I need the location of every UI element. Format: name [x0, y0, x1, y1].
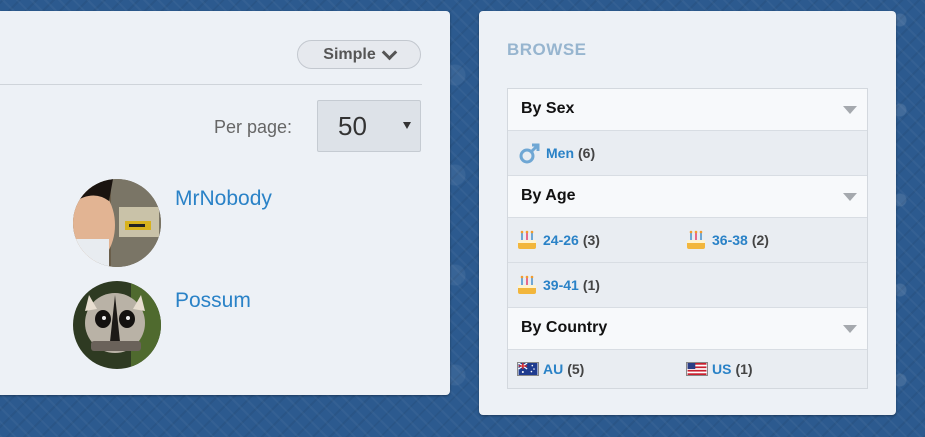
caret-down-icon [843, 106, 857, 114]
browse-item-men[interactable]: Men (6) [518, 131, 595, 175]
browse-item-age[interactable]: 24-26 (3) [515, 218, 600, 262]
browse-link[interactable]: 39-41 [543, 277, 579, 293]
browse-count: (3) [582, 232, 600, 248]
browse-row: 24-26 (3) 36-38 (2) [508, 218, 867, 262]
members-panel: Simple Per page: 50 MrNobody Possum [0, 11, 450, 395]
view-mode-button[interactable]: Simple [297, 40, 421, 69]
browse-count: (2) [751, 232, 769, 248]
browse-row: Men (6) [508, 131, 867, 175]
browse-row: 39-41 (1) [508, 262, 867, 307]
member-item: MrNobody [73, 179, 373, 267]
browse-item-age[interactable]: 39-41 (1) [515, 263, 600, 307]
browse-count: (5) [567, 361, 585, 377]
section-body-by-age: 24-26 (3) 36-38 (2) 39-41 (1) [508, 218, 867, 308]
section-body-by-country: AU (5) US (1) [508, 350, 867, 388]
section-title: By Sex [521, 100, 575, 117]
section-header-by-sex[interactable]: By Sex [508, 89, 867, 131]
caret-down-icon [843, 325, 857, 333]
section-header-by-age[interactable]: By Age [508, 176, 867, 218]
divider [0, 84, 422, 85]
birthday-cake-icon [518, 230, 536, 249]
per-page-select[interactable]: 50 [317, 100, 421, 152]
per-page-value: 50 [338, 110, 367, 141]
browse-item-country[interactable]: US (1) [686, 350, 753, 388]
browse-box: By Sex Men (6) By Age 24-26 (3) 36-38 (2… [507, 88, 868, 389]
birthday-cake-icon [687, 230, 705, 249]
browse-count: (1) [735, 361, 753, 377]
dropdown-arrow-icon [403, 122, 411, 129]
browse-link[interactable]: US [712, 361, 731, 377]
section-title: By Country [521, 319, 608, 336]
browse-title: BROWSE [507, 40, 587, 59]
browse-item-age[interactable]: 36-38 (2) [684, 218, 769, 262]
browse-link[interactable]: AU [543, 361, 563, 377]
birthday-cake-icon [518, 275, 536, 294]
per-page-label: Per page: [214, 117, 293, 137]
member-name-link[interactable]: Possum [175, 289, 251, 313]
avatar[interactable] [73, 179, 161, 267]
section-body-by-sex: Men (6) [508, 131, 867, 176]
browse-item-country[interactable]: AU (5) [517, 350, 584, 388]
browse-link[interactable]: Men [546, 145, 574, 161]
view-mode-label: Simple [323, 45, 376, 63]
caret-down-icon [843, 193, 857, 201]
avatar[interactable] [73, 281, 161, 369]
browse-count: (1) [582, 277, 600, 293]
australia-flag-icon [517, 362, 539, 376]
section-title: By Age [521, 187, 576, 204]
browse-link[interactable]: 24-26 [543, 232, 579, 248]
browse-row: AU (5) US (1) [508, 350, 867, 388]
member-name-link[interactable]: MrNobody [175, 187, 272, 211]
male-icon [519, 143, 540, 164]
browse-panel: BROWSE By Sex Men (6) By Age 24-26 (3) 3… [479, 11, 896, 415]
member-item: Possum [73, 281, 373, 369]
section-header-by-country[interactable]: By Country [508, 308, 867, 350]
browse-link[interactable]: 36-38 [712, 232, 748, 248]
chevron-down-icon [381, 44, 398, 61]
us-flag-icon [686, 362, 708, 376]
browse-count: (6) [578, 145, 596, 161]
